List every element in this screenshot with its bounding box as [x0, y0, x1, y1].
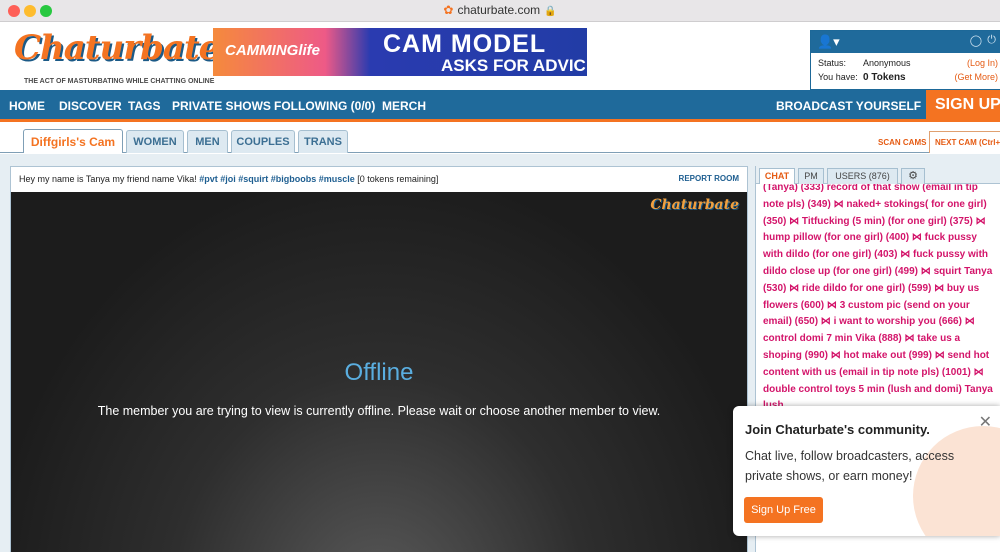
- nav-following[interactable]: FOLLOWING (0/0): [274, 99, 375, 113]
- login-link[interactable]: (Log In): [967, 58, 998, 68]
- tokens-label: You have:: [818, 72, 858, 82]
- user-box-header: 👤▾ ◯ ⏻: [811, 31, 1000, 53]
- address-bar[interactable]: ✿ chaturbate.com 🔒: [0, 3, 1000, 17]
- banner-headline: CAM MODEL: [383, 30, 547, 58]
- tokens-value: 0 Tokens: [863, 72, 906, 83]
- chaturbate-favicon-icon: ✿: [443, 3, 454, 17]
- tab-men[interactable]: MEN: [187, 130, 228, 153]
- power-icon[interactable]: ⏻: [987, 34, 996, 47]
- tab-couples[interactable]: COUPLES: [231, 130, 295, 153]
- close-icon[interactable]: ✕: [979, 412, 992, 432]
- browser-titlebar: ✿ chaturbate.com 🔒: [0, 0, 1000, 22]
- video-player[interactable]: Chaturbate Offline The member you are tr…: [11, 192, 747, 552]
- room-panel: Hey my name is Tanya my friend name Vika…: [10, 166, 748, 552]
- site-tagline: THE ACT OF MASTURBATING WHILE CHATTING O…: [24, 78, 215, 85]
- main-nav: HOME DISCOVER TAGS PRIVATE SHOWS FOLLOWI…: [0, 90, 1000, 122]
- tab-trans[interactable]: TRANS: [298, 130, 348, 153]
- banner-brand: CAMMINGlife: [225, 42, 320, 59]
- scan-cams-button[interactable]: SCAN CAMS: [878, 138, 926, 147]
- get-more-link[interactable]: (Get More): [954, 72, 998, 82]
- status-value: Anonymous: [863, 58, 911, 68]
- banner-subline: ASKS FOR ADVICE: [441, 56, 587, 75]
- status-label: Status:: [818, 58, 847, 68]
- tab-users[interactable]: USERS (876): [827, 168, 898, 184]
- offline-title: Offline: [344, 359, 414, 386]
- chat-message-list: (Tanya) (333) record of that show (email…: [763, 182, 993, 411]
- nav-home[interactable]: HOME: [9, 99, 45, 113]
- video-watermark: Chaturbate: [650, 197, 739, 213]
- next-cam-button[interactable]: NEXT CAM (Ctrl+/): [929, 131, 1000, 153]
- popup-body: Chat live, follow broadcasters, access p…: [745, 449, 955, 483]
- user-info-box: 👤▾ ◯ ⏻ Status: Anonymous (Log In) You ha…: [810, 30, 1000, 90]
- room-subject: Hey my name is Tanya my friend name Vika…: [19, 174, 438, 184]
- offline-message: The member you are trying to view is cur…: [97, 404, 661, 418]
- lock-icon: 🔒: [544, 6, 557, 17]
- chat-tab-bar: CHAT PM USERS (876) ⚙: [756, 166, 1000, 184]
- sign-up-button[interactable]: SIGN UP: [926, 90, 1000, 122]
- sign-up-free-button[interactable]: Sign Up Free: [744, 497, 823, 523]
- subject-text: Hey my name is Tanya my friend name Vika…: [19, 174, 200, 184]
- site-logo[interactable]: Chaturbate: [14, 28, 220, 68]
- room-tab-bar: Diffgirls's Cam WOMEN MEN COUPLES TRANS …: [0, 125, 1000, 153]
- nav-private-shows[interactable]: PRIVATE SHOWS: [172, 99, 271, 113]
- subject-tags[interactable]: #pvt #joi #squirt #bigboobs #muscle: [199, 174, 355, 184]
- join-community-popup: ✕ Join Chaturbate's community. Chat live…: [733, 406, 1000, 536]
- nav-discover[interactable]: DISCOVER: [59, 99, 122, 113]
- ad-banner[interactable]: CAMMINGlife CAM MODEL ASKS FOR ADVICE: [213, 28, 587, 76]
- url-text: chaturbate.com: [457, 3, 541, 17]
- gear-icon[interactable]: ⚙: [901, 168, 925, 184]
- tab-current-cam[interactable]: Diffgirls's Cam: [23, 129, 123, 153]
- tab-pm[interactable]: PM: [798, 168, 824, 184]
- report-room-link[interactable]: REPORT ROOM: [679, 174, 739, 183]
- tab-women[interactable]: WOMEN: [126, 130, 184, 153]
- user-menu-icon[interactable]: 👤▾: [817, 34, 840, 50]
- broadcast-yourself-link[interactable]: BROADCAST YOURSELF: [776, 99, 921, 113]
- nav-tags[interactable]: TAGS: [128, 99, 160, 113]
- nav-merch[interactable]: MERCH: [382, 99, 426, 113]
- popup-title: Join Chaturbate's community.: [745, 422, 930, 437]
- site-header: Chaturbate THE ACT OF MASTURBATING WHILE…: [0, 22, 1000, 90]
- tab-chat[interactable]: CHAT: [759, 168, 795, 184]
- subject-tail: [0 tokens remaining]: [354, 174, 439, 184]
- chat-bubble-icon[interactable]: ◯: [970, 34, 982, 47]
